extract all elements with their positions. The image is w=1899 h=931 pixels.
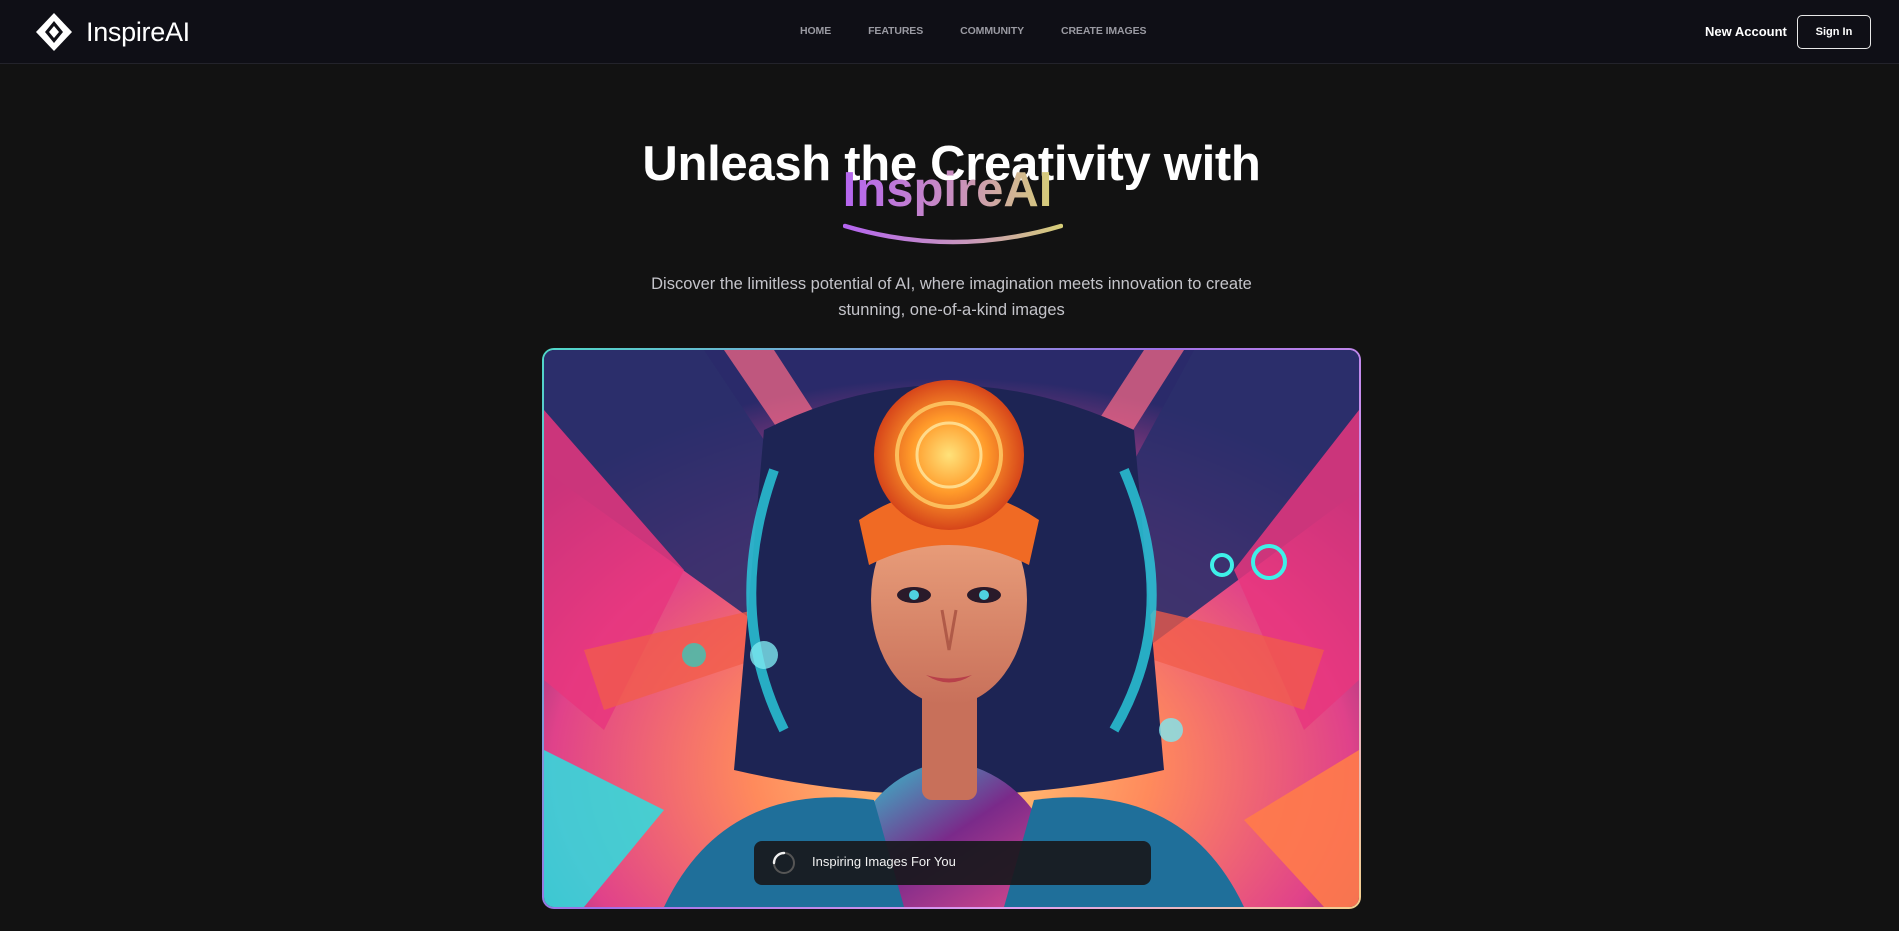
ai-portrait-artwork: [544, 350, 1359, 907]
status-text: Inspiring Images For You: [812, 854, 956, 869]
new-account-link[interactable]: New Account: [1705, 24, 1787, 39]
brand-name: InspireAI: [86, 16, 190, 47]
generation-status-pill: Inspiring Images For You: [754, 841, 1151, 885]
hero-brand-text: InspireAI: [842, 163, 1053, 217]
nav-create-images[interactable]: CREATE IMAGES: [1061, 25, 1147, 37]
sign-in-button[interactable]: Sign In: [1797, 15, 1871, 49]
navbar: InspireAI HOME FEATURES COMMUNITY CREATE…: [0, 0, 1899, 64]
nav-home[interactable]: HOME: [800, 25, 831, 37]
showcase-frame: Inspiring Images For You: [542, 348, 1361, 909]
brand-underline-decoration: [843, 223, 1063, 245]
nav-community[interactable]: COMMUNITY: [960, 25, 1024, 37]
hero-brand-highlight: InspireAI: [0, 160, 1895, 220]
hero-description-line2: stunning, one-of-a-kind images: [838, 301, 1065, 319]
hero-description-line1: Discover the limitless potential of AI, …: [651, 275, 1252, 293]
showcase-image-container: Inspiring Images For You: [544, 350, 1359, 907]
loading-spinner-icon: [772, 851, 795, 874]
brand-logo-link[interactable]: InspireAI: [34, 11, 190, 53]
hero-description: Discover the limitless potential of AI, …: [0, 271, 1899, 323]
diamond-logo-icon: [36, 13, 72, 51]
nav-features[interactable]: FEATURES: [868, 25, 923, 37]
main-nav: HOME FEATURES COMMUNITY CREATE IMAGES: [800, 25, 1147, 37]
